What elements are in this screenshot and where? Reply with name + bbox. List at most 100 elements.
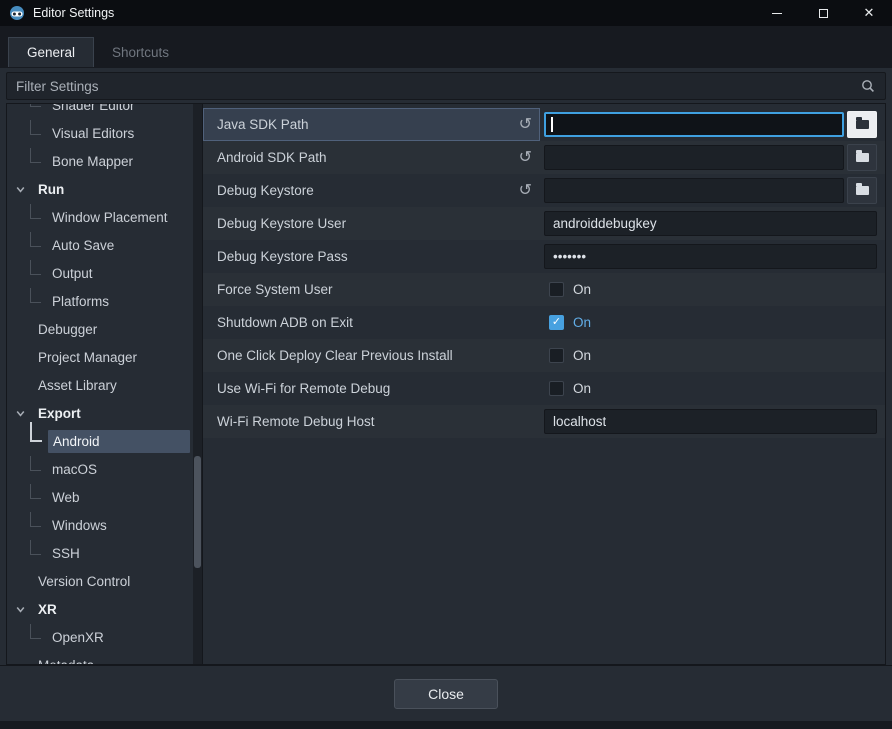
tab-general[interactable]: General	[8, 37, 94, 67]
checkbox[interactable]	[549, 348, 564, 363]
chevron-down-icon[interactable]	[15, 184, 33, 195]
tree-connector	[30, 624, 41, 639]
path-input[interactable]	[544, 145, 844, 170]
window-bottom-edge	[0, 721, 892, 729]
sidebar-item-openxr[interactable]: OpenXR	[7, 623, 202, 651]
setting-label-cell[interactable]: Debug Keystore Pass	[203, 240, 540, 273]
close-icon: ✕	[864, 5, 875, 21]
sidebar-item-xr[interactable]: XR	[7, 595, 202, 623]
sidebar-item-window-placement[interactable]: Window Placement	[7, 203, 202, 231]
sidebar-item-label: Version Control	[33, 570, 190, 593]
sidebar-item-platforms[interactable]: Platforms	[7, 287, 202, 315]
setting-label-cell[interactable]: Shutdown ADB on Exit	[203, 306, 540, 339]
settings-row: Force System UserOn	[203, 273, 885, 306]
setting-label-cell[interactable]: Use Wi-Fi for Remote Debug	[203, 372, 540, 405]
revert-icon[interactable]: ↺	[519, 117, 532, 133]
revert-icon[interactable]: ↺	[519, 183, 532, 199]
window-close-button[interactable]: ✕	[846, 0, 892, 26]
setting-value-cell: ✓ On	[540, 306, 885, 339]
settings-sidebar: Shader EditorVisual EditorsBone MapperRu…	[7, 104, 203, 664]
path-input[interactable]	[544, 178, 844, 203]
setting-label-cell[interactable]: Debug Keystore User	[203, 207, 540, 240]
text-field[interactable]: localhost	[544, 409, 877, 434]
setting-label: Debug Keystore	[217, 183, 515, 198]
sidebar-item-visual-editors[interactable]: Visual Editors	[7, 119, 202, 147]
settings-row: Use Wi-Fi for Remote Debug On	[203, 372, 885, 405]
sidebar-item-label: Android	[48, 430, 190, 453]
setting-label: Wi-Fi Remote Debug Host	[217, 414, 532, 429]
sidebar-item-label: SSH	[47, 542, 190, 565]
tree-connector	[30, 260, 41, 275]
setting-label-cell[interactable]: Android SDK Path↺	[203, 141, 540, 174]
folder-icon	[856, 120, 869, 129]
sidebar-item-web[interactable]: Web	[7, 483, 202, 511]
window-controls: ✕	[754, 0, 892, 26]
setting-value-cell	[540, 141, 885, 174]
tree-connector	[30, 120, 41, 135]
maximize-button[interactable]	[800, 0, 846, 26]
folder-button[interactable]	[847, 177, 877, 204]
setting-label-cell[interactable]: One Click Deploy Clear Previous Install	[203, 339, 540, 372]
folder-button[interactable]	[847, 144, 877, 171]
folder-icon	[856, 153, 869, 162]
sidebar-item-ssh[interactable]: SSH	[7, 539, 202, 567]
path-input[interactable]	[544, 112, 844, 137]
checkbox[interactable]	[549, 381, 564, 396]
settings-row: Debug Keystore ↺	[203, 174, 885, 207]
chevron-down-icon[interactable]	[15, 604, 33, 615]
settings-rows: Java SDK Path↺Android SDK Path↺Debug Key…	[203, 108, 885, 438]
tree-connector	[30, 148, 41, 163]
sidebar-item-auto-save[interactable]: Auto Save	[7, 231, 202, 259]
setting-label: Force System User	[217, 282, 532, 297]
revert-icon[interactable]: ↺	[519, 150, 532, 166]
folder-button[interactable]	[847, 111, 877, 138]
setting-label-cell[interactable]: Force System User	[203, 273, 540, 306]
sidebar-item-metadata[interactable]: Metadata	[7, 651, 202, 664]
checkbox[interactable]	[549, 282, 564, 297]
setting-value-cell: On	[540, 372, 885, 405]
settings-row: Shutdown ADB on Exit ✓ On	[203, 306, 885, 339]
minimize-icon	[772, 13, 782, 14]
sidebar-item-run[interactable]: Run	[7, 175, 202, 203]
sidebar-scrollbar-thumb[interactable]	[194, 456, 201, 568]
sidebar-item-bone-mapper[interactable]: Bone Mapper	[7, 147, 202, 175]
filter-settings-input[interactable]	[6, 72, 886, 100]
sidebar-item-label: Metadata	[33, 654, 190, 665]
footer: Close	[0, 665, 892, 721]
password-field-value: •••••••	[553, 249, 586, 264]
sidebar-item-android[interactable]: Android	[7, 427, 202, 455]
sidebar-item-windows[interactable]: Windows	[7, 511, 202, 539]
sidebar-item-label: Window Placement	[47, 206, 190, 229]
sidebar-item-asset-library[interactable]: Asset Library	[7, 371, 202, 399]
window-title: Editor Settings	[33, 6, 114, 20]
sidebar-item-label: Project Manager	[33, 346, 190, 369]
checkbox-label: On	[573, 315, 591, 330]
close-button[interactable]: Close	[394, 679, 498, 709]
setting-label-cell[interactable]: Debug Keystore ↺	[203, 174, 540, 207]
sidebar-item-version-control[interactable]: Version Control	[7, 567, 202, 595]
editor-settings-window: Editor Settings ✕ General Shortcuts Shad…	[0, 0, 892, 729]
setting-label-cell[interactable]: Java SDK Path↺	[203, 108, 540, 141]
sidebar-item-macos[interactable]: macOS	[7, 455, 202, 483]
text-field[interactable]: androiddebugkey	[544, 211, 877, 236]
sidebar-item-shader-editor[interactable]: Shader Editor	[7, 104, 202, 119]
settings-row: One Click Deploy Clear Previous InstallO…	[203, 339, 885, 372]
main-panel: Shader EditorVisual EditorsBone MapperRu…	[6, 103, 886, 665]
checkbox-label: On	[573, 381, 591, 396]
sidebar-item-label: Platforms	[47, 290, 190, 313]
tab-shortcuts[interactable]: Shortcuts	[94, 37, 187, 67]
sidebar-item-label: OpenXR	[47, 626, 190, 649]
sidebar-scrollbar-track[interactable]	[193, 104, 202, 664]
folder-icon	[856, 186, 869, 195]
sidebar-item-debugger[interactable]: Debugger	[7, 315, 202, 343]
tree-connector	[30, 232, 41, 247]
setting-value-cell: localhost	[540, 405, 885, 438]
text-field[interactable]: •••••••	[544, 244, 877, 269]
sidebar-item-output[interactable]: Output	[7, 259, 202, 287]
sidebar-item-project-manager[interactable]: Project Manager	[7, 343, 202, 371]
minimize-button[interactable]	[754, 0, 800, 26]
checkbox[interactable]: ✓	[549, 315, 564, 330]
setting-label-cell[interactable]: Wi-Fi Remote Debug Host	[203, 405, 540, 438]
setting-label: Shutdown ADB on Exit	[217, 315, 532, 330]
chevron-down-icon[interactable]	[15, 408, 33, 419]
